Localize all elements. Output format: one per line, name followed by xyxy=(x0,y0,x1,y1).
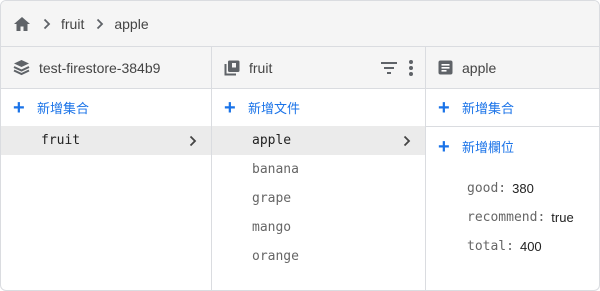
add-field-label: 新增欄位 xyxy=(462,140,515,155)
database-stack-icon xyxy=(13,59,30,76)
document-item-mango[interactable]: mango xyxy=(212,213,425,242)
plus-icon: + xyxy=(13,96,25,119)
home-icon[interactable] xyxy=(13,16,31,32)
list-item-label: grape xyxy=(252,191,292,206)
document-item-banana[interactable]: banana xyxy=(212,155,425,184)
document-item-grape[interactable]: grape xyxy=(212,184,425,213)
field-key: good: xyxy=(467,181,507,196)
breadcrumb-item-apple[interactable]: apple xyxy=(114,16,148,32)
add-collection-button[interactable]: + 新增集合 xyxy=(1,89,211,126)
project-title: test-firestore-384b9 xyxy=(39,59,161,76)
document-panel-header: apple xyxy=(426,47,599,89)
root-panel: test-firestore-384b9 + 新增集合 fruit xyxy=(1,47,212,290)
collection-panel-header: fruit xyxy=(212,47,425,89)
document-title: apple xyxy=(462,59,497,76)
filter-icon[interactable] xyxy=(381,61,397,74)
field-key: recommend: xyxy=(467,210,546,225)
document-item-apple[interactable]: apple xyxy=(212,126,425,155)
document-panel: apple + 新增集合 + 新增欄位 good: 380 recommend:… xyxy=(426,47,599,290)
chevron-right-icon xyxy=(403,135,411,147)
field-key: total: xyxy=(467,239,514,254)
list-item-label: apple xyxy=(252,133,292,148)
chevron-right-icon xyxy=(189,135,197,147)
add-document-label: 新增文件 xyxy=(248,101,301,116)
list-item-label: fruit xyxy=(41,133,81,148)
breadcrumb: fruit apple xyxy=(1,1,599,47)
field-value: true xyxy=(551,210,574,225)
field-value: 380 xyxy=(512,181,534,196)
collection-title: fruit xyxy=(249,59,273,76)
collection-item-fruit[interactable]: fruit xyxy=(1,126,211,155)
chevron-right-icon xyxy=(43,18,51,30)
field-value: 400 xyxy=(519,239,542,254)
document-icon xyxy=(438,60,453,75)
list-item-label: banana xyxy=(252,162,299,177)
collection-icon xyxy=(224,60,240,76)
document-item-orange[interactable]: orange xyxy=(212,242,425,271)
field-row[interactable]: total: 400 xyxy=(426,232,599,261)
root-panel-header: test-firestore-384b9 xyxy=(1,47,211,89)
more-vert-icon[interactable] xyxy=(409,59,413,76)
chevron-right-icon xyxy=(96,18,104,30)
firestore-data-viewer: fruit apple test-firestore-384b9 + 新增集合 … xyxy=(0,0,600,291)
field-row[interactable]: recommend: true xyxy=(426,203,599,232)
plus-icon: + xyxy=(438,135,450,158)
collection-panel: fruit + 新增文件 apple banana grape mango or… xyxy=(212,47,426,290)
add-document-button[interactable]: + 新增文件 xyxy=(212,89,425,126)
field-row[interactable]: good: 380 xyxy=(426,174,599,203)
list-item-label: orange xyxy=(252,249,299,264)
add-subcollection-label: 新增集合 xyxy=(462,101,515,116)
add-subcollection-button[interactable]: + 新增集合 xyxy=(426,89,599,126)
add-field-button[interactable]: + 新增欄位 xyxy=(426,126,599,166)
list-item-label: mango xyxy=(252,220,292,235)
plus-icon: + xyxy=(224,96,236,119)
breadcrumb-item-fruit[interactable]: fruit xyxy=(61,16,84,32)
plus-icon: + xyxy=(438,96,450,119)
add-collection-label: 新增集合 xyxy=(37,101,90,116)
